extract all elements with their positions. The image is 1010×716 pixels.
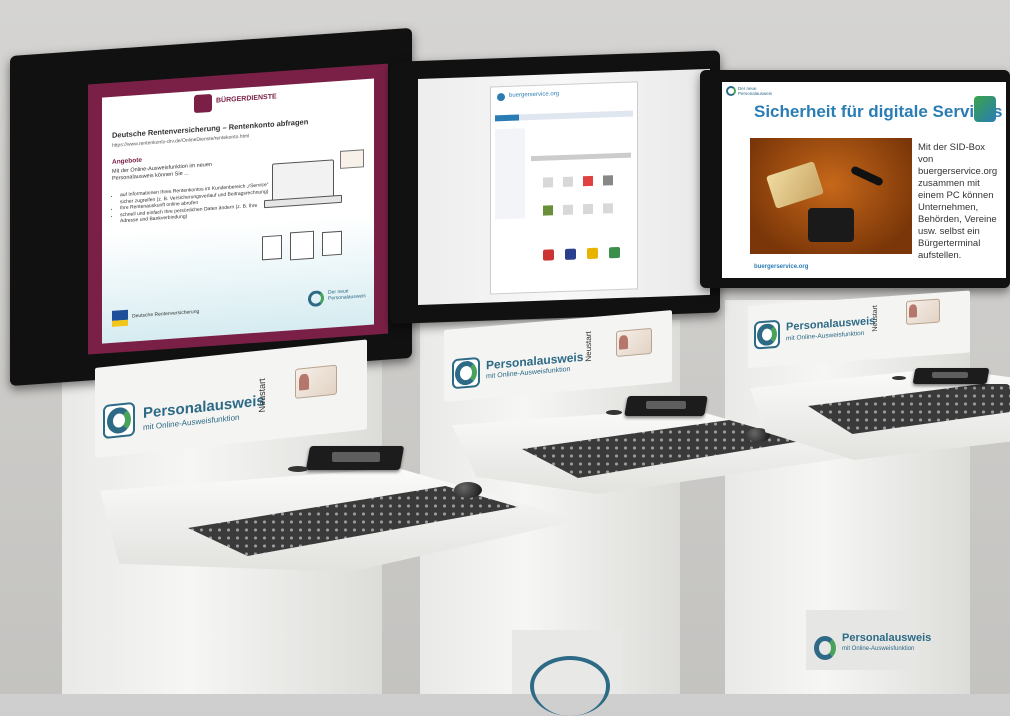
right-body-text: Mit der SID-Box von buergerservice.org z… <box>918 142 998 261</box>
service-icon[interactable] <box>609 246 620 259</box>
restart-label: Neustart <box>872 304 879 332</box>
left-screen-bullets: auf Informationen Ihres Rentenkontos im … <box>102 182 270 226</box>
screen-left[interactable]: BÜRGERDIENSTE Deutsche Rentenversicherun… <box>88 63 388 355</box>
mouse-buttons-left[interactable] <box>288 466 308 472</box>
middle-content-bar <box>531 152 631 162</box>
id-face-icon <box>619 334 628 350</box>
people-icon <box>974 96 996 122</box>
service-icon[interactable] <box>587 247 598 260</box>
personalausweis-large-logo-icon <box>530 656 610 716</box>
restart-label: Neustart <box>257 377 267 413</box>
screen-middle[interactable]: buergerservice.org <box>418 68 710 306</box>
right-footer: buergerservice.org <box>754 264 809 270</box>
screen-left-content: BÜRGERDIENSTE Deutsche Rentenversicherun… <box>102 78 374 344</box>
mouse-buttons-right[interactable] <box>892 376 906 380</box>
service-icon[interactable] <box>565 248 576 260</box>
service-icon[interactable] <box>603 175 613 186</box>
service-icon[interactable] <box>563 176 573 187</box>
drv-logo-icon-yellow <box>112 319 128 327</box>
personalausweis-logo-icon <box>814 636 836 660</box>
right-headline: Sicherheit für digitale Services <box>754 102 1003 121</box>
middle-browser-page: buergerservice.org <box>490 81 638 295</box>
restart-label: Neustart <box>584 330 593 362</box>
sid-box-photo <box>750 138 912 254</box>
card-reader-window-right <box>932 372 968 378</box>
id-card-photo <box>765 161 825 209</box>
left-screen-section: Angebote <box>112 156 142 166</box>
card-reader-window-middle <box>646 401 686 409</box>
right-small-logo-text: Der neue Personalausweis <box>738 86 773 96</box>
left-screen-header: BÜRGERDIENSTE <box>216 93 277 105</box>
middle-sidebar <box>495 128 525 220</box>
service-icon[interactable] <box>543 177 553 188</box>
right-small-logo-icon <box>726 86 736 96</box>
id-card-illustration <box>340 149 364 169</box>
buergerservice-logo-icon <box>497 92 505 102</box>
id-face-icon <box>299 373 309 391</box>
trackball-left[interactable] <box>454 482 482 498</box>
monitor-right: Der neue Personalausweis Sicherheit für … <box>700 70 1010 288</box>
left-screen-footer-logo: Der neue Personalausweis <box>328 288 366 302</box>
monitor-left: BÜRGERDIENSTE Deutsche Rentenversicherun… <box>10 27 412 386</box>
service-icon[interactable] <box>543 205 553 216</box>
middle-nav-active-tab[interactable] <box>495 114 519 122</box>
card-reader-window-left <box>332 452 380 462</box>
document-sketch-3 <box>322 230 342 257</box>
burgerdienste-logo-icon <box>194 93 212 114</box>
usb-stick <box>849 165 885 187</box>
service-icon[interactable] <box>583 203 593 215</box>
monitor-middle: buergerservice.org <box>390 50 720 325</box>
service-icon[interactable] <box>603 203 613 214</box>
left-screen-footer-org: Deutsche Rentenversicherung <box>132 308 200 320</box>
document-sketch-2 <box>290 230 314 261</box>
brand-subtitle: mit Online-Ausweisfunktion <box>842 646 915 652</box>
id-face-icon <box>909 304 917 318</box>
screen-right[interactable]: Der neue Personalausweis Sicherheit für … <box>722 82 1006 278</box>
document-sketch-1 <box>262 234 282 261</box>
middle-site-title: buergerservice.org <box>509 91 560 99</box>
mouse-buttons-middle[interactable] <box>606 410 622 415</box>
sid-box-device <box>808 208 854 242</box>
service-icon[interactable] <box>583 175 593 187</box>
brand-title: Personalausweis <box>842 632 932 644</box>
service-icon[interactable] <box>543 249 554 261</box>
personalausweis-small-logo-icon <box>308 290 324 308</box>
service-icon[interactable] <box>563 204 573 215</box>
